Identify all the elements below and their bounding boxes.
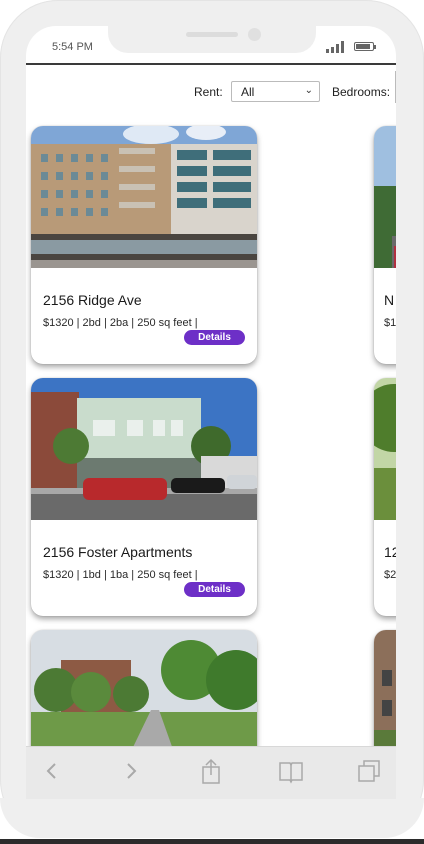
notch [108, 26, 316, 53]
book-icon[interactable] [277, 757, 305, 785]
chevron-left-icon[interactable] [38, 757, 66, 785]
listing-title: 2156 Ridge Ave [43, 292, 142, 308]
chevron-down-icon: ⌄ [304, 85, 313, 96]
listing-details: $1320 | 2bd | 2ba | 250 sq feet | [43, 317, 198, 329]
camera [248, 28, 261, 41]
header-divider [26, 63, 396, 65]
rent-label: Rent: [194, 85, 223, 99]
filter-bar: Rent: All ⌄ Bedrooms: [26, 71, 396, 104]
listing-card[interactable]: 2156 Foster Apartments $1320 | 1bd | 1ba… [31, 378, 257, 616]
details-button[interactable]: Details [184, 330, 245, 345]
screen: 2156 Ridge Ave $1320 | 2bd | 2ba | 250 s… [26, 26, 396, 798]
listing-card[interactable]: 2156 Ridge Ave $1320 | 2bd | 2ba | 250 s… [31, 126, 257, 364]
listing-title: 12 [384, 544, 396, 560]
bottom-edge [0, 839, 424, 844]
listing-card-peek[interactable]: 12 $2 [374, 378, 396, 616]
listing-photo [31, 378, 257, 520]
chevron-right-icon[interactable] [117, 757, 145, 785]
listing-card-peek[interactable]: N $1 [374, 126, 396, 364]
listing-title: N [384, 292, 395, 308]
listing-photo [31, 126, 257, 268]
scroll-edge [395, 71, 396, 103]
share-icon[interactable] [197, 757, 225, 785]
browser-toolbar [26, 746, 396, 799]
status-time: 5:54 PM [52, 41, 93, 53]
listing-photo [374, 126, 396, 268]
listing-details: $2 [384, 569, 396, 581]
signal-icon [326, 41, 346, 53]
rent-select[interactable]: All ⌄ [231, 81, 320, 102]
details-button[interactable]: Details [184, 582, 245, 597]
listing-title: 2156 Foster Apartments [43, 544, 193, 560]
speaker [186, 32, 238, 37]
listing-details: $1 [384, 317, 396, 329]
battery-icon [354, 42, 376, 51]
listing-details: $1320 | 1bd | 1ba | 250 sq feet | [43, 569, 198, 581]
listing-photo [374, 378, 396, 520]
bedrooms-label: Bedrooms: [332, 85, 391, 99]
phone-chin [0, 798, 424, 838]
rent-select-value: All [241, 85, 255, 99]
tabs-icon[interactable] [355, 757, 383, 785]
